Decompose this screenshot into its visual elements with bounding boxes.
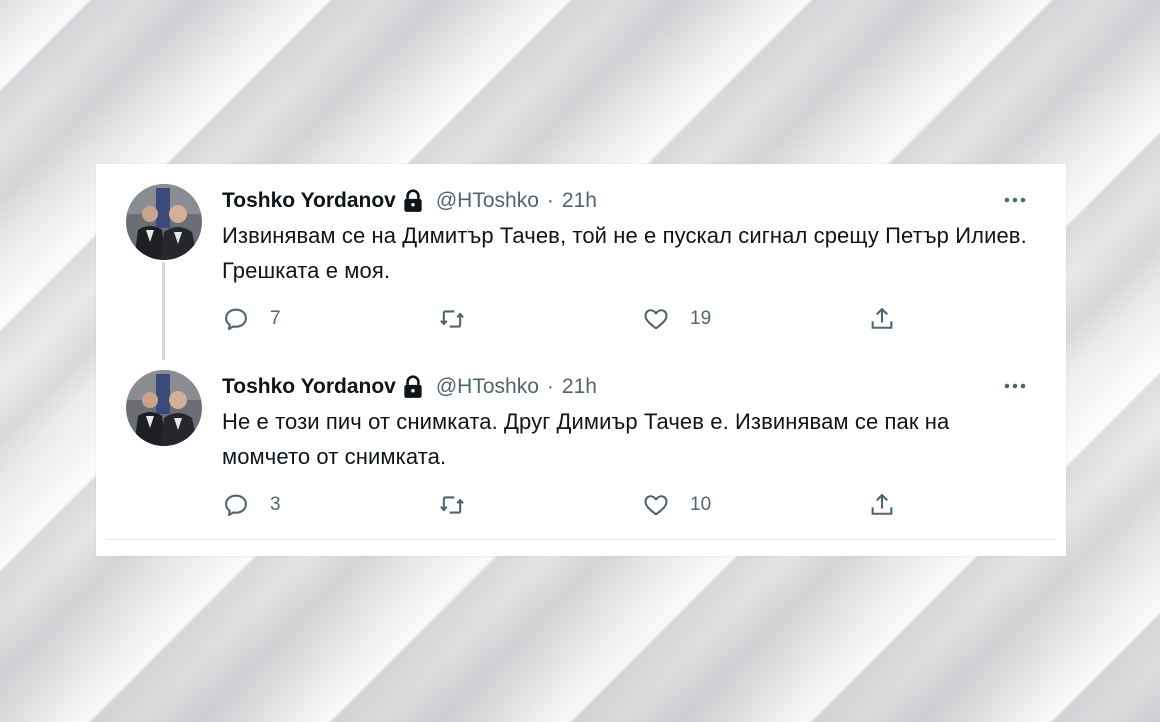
thread-connector-line	[162, 262, 165, 360]
share-button[interactable]	[868, 488, 896, 522]
lock-icon	[400, 188, 426, 214]
timestamp[interactable]: 21h	[562, 189, 597, 213]
avatar[interactable]	[126, 184, 202, 260]
reply-icon	[225, 494, 247, 516]
reply-count: 7	[270, 308, 281, 329]
retweet-icon	[440, 310, 464, 328]
author-handle[interactable]: @HToshko	[436, 375, 539, 399]
like-count: 19	[690, 308, 712, 329]
timestamp[interactable]: 21h	[562, 375, 597, 399]
reply-button[interactable]: 7	[222, 302, 281, 336]
separator-dot: ·	[546, 375, 554, 398]
retweet-icon	[440, 496, 464, 514]
author-name[interactable]: Toshko Yordanov	[222, 189, 396, 213]
tweet-thread-card: Toshko Yordanov @HToshko · 21h Извинявам…	[96, 164, 1066, 556]
like-button[interactable]: 10	[642, 488, 711, 522]
tweet-header: Toshko Yordanov @HToshko · 21h	[222, 186, 597, 216]
tweet-text: Извинявам се на Димитър Тачев, той не е …	[222, 223, 1027, 283]
divider	[106, 539, 1056, 540]
tweet-text: Не е този пич от снимката. Друг Димиър Т…	[222, 409, 950, 469]
heart-icon	[644, 309, 668, 330]
share-button[interactable]	[868, 302, 896, 336]
retweet-button[interactable]	[438, 302, 486, 336]
like-button[interactable]: 19	[642, 302, 711, 336]
reply-count: 3	[270, 494, 281, 515]
share-icon	[871, 493, 893, 515]
reply-button[interactable]: 3	[222, 488, 281, 522]
tweet-header: Toshko Yordanov @HToshko · 21h	[222, 372, 597, 402]
heart-icon	[644, 495, 668, 516]
share-icon	[871, 307, 893, 329]
author-handle[interactable]: @HToshko	[436, 189, 539, 213]
more-options-icon[interactable]	[1001, 374, 1029, 398]
reply-icon	[225, 308, 247, 330]
author-name[interactable]: Toshko Yordanov	[222, 375, 396, 399]
tweet-actions: 3 10	[222, 488, 922, 522]
more-options-icon[interactable]	[1001, 188, 1029, 212]
tweet-actions: 7 19	[222, 302, 922, 336]
separator-dot: ·	[546, 189, 554, 212]
avatar[interactable]	[126, 370, 202, 446]
retweet-button[interactable]	[438, 488, 486, 522]
like-count: 10	[690, 494, 712, 515]
lock-icon	[400, 374, 426, 400]
